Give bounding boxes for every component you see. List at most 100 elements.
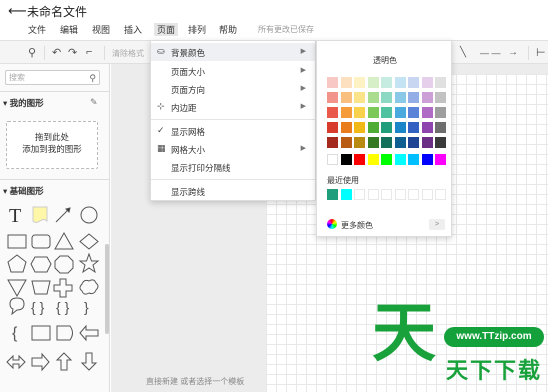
triangle-shape[interactable]: [54, 231, 74, 250]
color-swatch[interactable]: [354, 137, 365, 148]
color-swatch[interactable]: [394, 137, 406, 148]
document-title[interactable]: 未命名文件: [27, 3, 87, 20]
color-swatch[interactable]: [340, 137, 352, 148]
cross-shape[interactable]: [53, 278, 73, 298]
menu-insert[interactable]: 插入: [124, 23, 142, 36]
recent-color-swatch[interactable]: [381, 189, 392, 200]
color-swatch[interactable]: [327, 107, 338, 118]
edit-icon[interactable]: ✎: [90, 97, 98, 108]
clear-format-button[interactable]: 清除格式: [112, 48, 144, 59]
recent-color-swatch[interactable]: [354, 189, 365, 200]
color-swatch[interactable]: [421, 154, 433, 165]
color-swatch[interactable]: [421, 122, 433, 133]
left-bracket-shape[interactable]: {: [12, 325, 18, 342]
recent-color-swatch[interactable]: [394, 189, 406, 200]
panel-scrollbar[interactable]: [105, 244, 109, 334]
octagon-shape[interactable]: [54, 255, 74, 274]
menu-arrange[interactable]: 排列: [188, 23, 206, 36]
color-swatch[interactable]: [354, 92, 365, 103]
color-swatch[interactable]: [327, 92, 338, 103]
more-colors-row[interactable]: 更多颜色 >: [327, 219, 445, 231]
recent-color-swatch[interactable]: [340, 189, 352, 200]
color-swatch[interactable]: [421, 92, 433, 103]
text-shape[interactable]: T: [9, 205, 21, 227]
recent-color-swatch[interactable]: [327, 189, 338, 200]
menu-item-page-orientation[interactable]: 页面方向 ▶: [151, 80, 315, 98]
color-swatch[interactable]: [408, 107, 419, 118]
arrow-end-icon[interactable]: →: [508, 47, 518, 58]
menu-item-grid-size[interactable]: ▦ 网格大小 ▶: [151, 140, 315, 158]
color-swatch[interactable]: [408, 137, 419, 148]
menu-page[interactable]: 页面: [154, 23, 179, 36]
color-swatch[interactable]: [354, 77, 365, 88]
color-swatch[interactable]: [327, 137, 338, 148]
circle-shape[interactable]: [80, 206, 98, 224]
more-tools-icon[interactable]: ⊢: [536, 46, 546, 59]
color-swatch[interactable]: [354, 122, 365, 133]
menu-view[interactable]: 视图: [92, 23, 110, 36]
color-swatch[interactable]: [340, 92, 352, 103]
cloud-shape[interactable]: [79, 279, 99, 295]
color-swatch[interactable]: [354, 107, 365, 118]
color-swatch[interactable]: [354, 154, 365, 165]
color-swatch[interactable]: [435, 154, 446, 165]
menu-item-show-grid[interactable]: ✓ 显示网格: [151, 122, 315, 140]
color-swatch[interactable]: [367, 77, 379, 88]
color-swatch[interactable]: [394, 154, 406, 165]
menu-file[interactable]: 文件: [28, 23, 46, 36]
line-style-icon[interactable]: ╲: [460, 47, 466, 58]
menu-edit[interactable]: 编辑: [60, 23, 78, 36]
recent-color-swatch[interactable]: [421, 189, 433, 200]
color-swatch[interactable]: [394, 122, 406, 133]
search-input[interactable]: 搜索 ⚲: [5, 70, 100, 85]
up-arrow-shape[interactable]: [55, 352, 73, 371]
color-swatch[interactable]: [367, 92, 379, 103]
color-swatch[interactable]: [367, 107, 379, 118]
color-swatch[interactable]: [394, 107, 406, 118]
redo-icon[interactable]: ↷: [68, 46, 77, 59]
search-icon[interactable]: ⚲: [89, 72, 96, 85]
menu-item-show-print-lines[interactable]: 显示打印分隔线: [151, 158, 315, 176]
menu-item-padding[interactable]: ⊹ 内边距 ▶: [151, 98, 315, 116]
rectangle-shape[interactable]: [7, 234, 27, 249]
brace-shape[interactable]: { }: [31, 299, 45, 315]
color-swatch[interactable]: [408, 77, 419, 88]
color-swatch[interactable]: [327, 77, 338, 88]
color-swatch[interactable]: [435, 137, 446, 148]
inverted-triangle-shape[interactable]: [7, 279, 27, 298]
down-arrow-shape[interactable]: [80, 352, 98, 371]
delay-shape[interactable]: [56, 325, 73, 341]
color-swatch[interactable]: [435, 107, 446, 118]
color-swatch[interactable]: [367, 154, 379, 165]
color-swatch[interactable]: [421, 137, 433, 148]
format-painter-icon[interactable]: ⚲: [28, 46, 36, 59]
note-shape[interactable]: [32, 206, 48, 223]
hexagon-shape[interactable]: [30, 256, 52, 273]
color-swatch[interactable]: [408, 154, 419, 165]
color-swatch[interactable]: [381, 77, 392, 88]
back-arrow-icon[interactable]: ⟵: [8, 3, 27, 19]
paint-format-icon[interactable]: ⌐: [86, 46, 92, 58]
left-brace-shape[interactable]: { }: [56, 299, 70, 315]
color-swatch[interactable]: [421, 77, 433, 88]
undo-icon[interactable]: ↶: [52, 46, 61, 59]
color-swatch[interactable]: [381, 107, 392, 118]
my-shapes-drop-zone[interactable]: 拖到此处 添加到我的图形: [6, 121, 98, 169]
color-swatch[interactable]: [327, 154, 338, 165]
transparent-color-option[interactable]: 透明色: [317, 55, 453, 66]
color-swatch[interactable]: [435, 92, 446, 103]
left-arrow-shape[interactable]: [79, 324, 99, 342]
color-swatch[interactable]: [340, 154, 352, 165]
callout-shape[interactable]: [9, 297, 25, 316]
color-swatch[interactable]: [394, 77, 406, 88]
rounded-rectangle-shape[interactable]: [31, 234, 51, 249]
color-swatch[interactable]: [340, 122, 352, 133]
color-swatch[interactable]: [435, 77, 446, 88]
document-shape[interactable]: [31, 325, 51, 341]
color-swatch[interactable]: [340, 77, 352, 88]
color-swatch[interactable]: [381, 92, 392, 103]
color-swatch[interactable]: [408, 92, 419, 103]
color-swatch[interactable]: [327, 122, 338, 133]
menu-help[interactable]: 帮助: [219, 23, 237, 36]
my-shapes-header[interactable]: ▾ 我的图形: [3, 97, 44, 109]
